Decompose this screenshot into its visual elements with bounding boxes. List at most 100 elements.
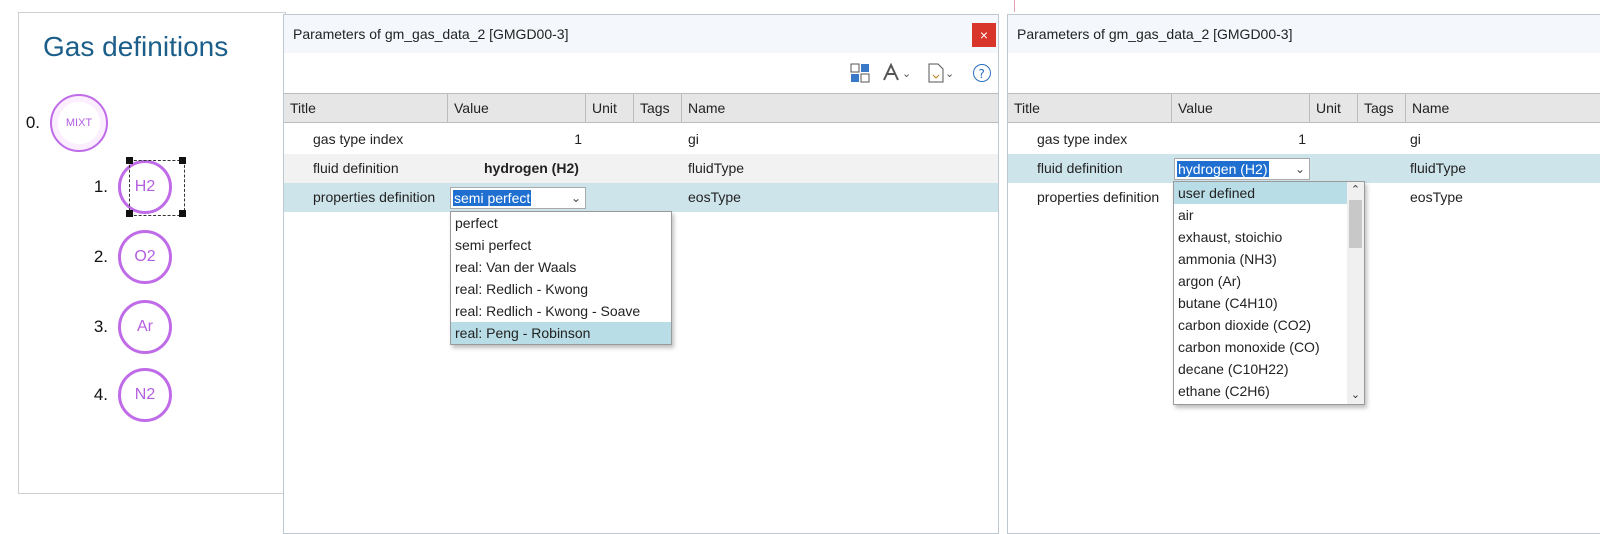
dropdown-option[interactable]: real: Peng - Robinson xyxy=(451,322,671,344)
column-header-title[interactable]: Title xyxy=(284,94,448,122)
column-header-title[interactable]: Title xyxy=(1008,94,1172,122)
export-icon xyxy=(928,63,944,83)
chevron-down-icon: ⌄ xyxy=(902,67,912,80)
properties-dropdown-list: perfect semi perfect real: Van der Waals… xyxy=(450,211,672,345)
row-title: properties definition xyxy=(313,189,436,205)
row-value[interactable]: hydrogen (H2) xyxy=(484,154,579,183)
close-icon: × xyxy=(979,27,989,43)
fluid-definition-select[interactable]: hydrogen (H2) ⌄ xyxy=(1174,158,1310,180)
chevron-up-icon[interactable]: ⌃ xyxy=(1347,182,1364,199)
dropdown-option[interactable]: real: Redlich - Kwong xyxy=(451,278,671,300)
row-name: gi xyxy=(688,131,699,147)
layout-button[interactable] xyxy=(850,62,872,84)
close-button[interactable]: × xyxy=(972,23,996,47)
dropdown-option[interactable]: real: Redlich - Kwong - Soave xyxy=(451,300,671,322)
parameters-dialog-right: Parameters of gm_gas_data_2 [GMGD00-3] T… xyxy=(1007,14,1600,534)
gas-item-number: 4. xyxy=(93,385,108,404)
column-header-tags[interactable]: Tags xyxy=(1358,94,1406,122)
gas-item-n2[interactable]: 4. N2 xyxy=(86,368,172,422)
column-header-value[interactable]: Value xyxy=(1172,94,1310,122)
dialog-title-bar[interactable]: Parameters of gm_gas_data_2 [GMGD00-3] × xyxy=(284,15,998,53)
table-row[interactable]: properties definition semi perfect ⌄ eos… xyxy=(284,183,998,212)
fluid-dropdown-list: user defined air exhaust, stoichio ammon… xyxy=(1173,181,1365,405)
gas-item-mixt[interactable]: 0. MIXT xyxy=(18,94,108,152)
dropdown-option[interactable]: user defined xyxy=(1174,182,1364,204)
dialog-title: Parameters of gm_gas_data_2 [GMGD00-3] xyxy=(293,26,569,42)
resize-handle[interactable] xyxy=(126,157,133,164)
gas-item-o2[interactable]: 2. O2 xyxy=(86,230,172,284)
gas-item-number: 0. xyxy=(25,113,40,132)
font-icon xyxy=(883,63,899,81)
column-header-value[interactable]: Value xyxy=(448,94,586,122)
grid-header: Title Value Unit Tags Name xyxy=(1008,93,1600,123)
gas-item-ar[interactable]: 3. Ar xyxy=(86,300,172,354)
column-header-tags[interactable]: Tags xyxy=(634,94,682,122)
ar-icon[interactable]: Ar xyxy=(118,300,172,354)
help-icon: ? xyxy=(973,64,991,82)
dropdown-option[interactable]: air xyxy=(1174,204,1364,226)
dropdown-option[interactable]: perfect xyxy=(451,212,671,234)
dropdown-option[interactable]: argon (Ar) xyxy=(1174,270,1364,292)
help-button[interactable]: ? xyxy=(972,62,992,84)
dropdown-option[interactable]: ammonia (NH3) xyxy=(1174,248,1364,270)
row-name: gi xyxy=(1410,131,1421,147)
resize-handle[interactable] xyxy=(126,210,133,217)
resize-handle[interactable] xyxy=(179,157,186,164)
row-value[interactable]: 1 xyxy=(448,125,582,154)
dropdown-option[interactable]: real: Van der Waals xyxy=(451,256,671,278)
select-value: semi perfect xyxy=(453,190,532,206)
row-title: gas type index xyxy=(313,131,404,147)
dialog-toolbar xyxy=(1008,53,1600,93)
column-header-name[interactable]: Name xyxy=(1406,94,1600,122)
parameters-dialog-left: Parameters of gm_gas_data_2 [GMGD00-3] ×… xyxy=(283,14,999,534)
dropdown-option[interactable]: semi perfect xyxy=(451,234,671,256)
row-name: fluidType xyxy=(1410,160,1467,176)
scrollbar-thumb[interactable] xyxy=(1349,200,1362,248)
font-button[interactable]: ⌄ xyxy=(882,62,911,84)
table-row[interactable]: fluid definition hydrogen (H2) ⌄ fluidTy… xyxy=(1008,154,1600,183)
n2-icon[interactable]: N2 xyxy=(118,368,172,422)
column-header-unit[interactable]: Unit xyxy=(586,94,634,122)
dropdown-scrollbar[interactable]: ⌃ ⌄ xyxy=(1347,182,1364,404)
dropdown-option[interactable]: carbon dioxide (CO2) xyxy=(1174,314,1364,336)
dropdown-option[interactable]: exhaust, stoichio xyxy=(1174,226,1364,248)
selection-frame xyxy=(129,160,185,216)
properties-definition-select[interactable]: semi perfect ⌄ xyxy=(450,187,586,209)
dropdown-option[interactable]: ethane (C2H6) xyxy=(1174,380,1364,402)
divider-line xyxy=(1014,0,1015,12)
grid-header: Title Value Unit Tags Name xyxy=(284,93,998,123)
resize-handle[interactable] xyxy=(179,210,186,217)
dropdown-option[interactable]: carbon monoxide (CO) xyxy=(1174,336,1364,358)
dialog-title-bar[interactable]: Parameters of gm_gas_data_2 [GMGD00-3] xyxy=(1008,15,1600,53)
table-row[interactable]: gas type index 1 gi xyxy=(284,125,998,154)
dropdown-option[interactable]: butane (C4H10) xyxy=(1174,292,1364,314)
layout-icon xyxy=(850,63,870,83)
chevron-down-icon[interactable]: ⌄ xyxy=(571,188,581,208)
row-title: fluid definition xyxy=(313,160,399,176)
row-title: properties definition xyxy=(1037,189,1160,205)
column-header-unit[interactable]: Unit xyxy=(1310,94,1358,122)
table-row[interactable]: gas type index 1 gi xyxy=(1008,125,1600,154)
row-name: eosType xyxy=(688,189,741,205)
svg-text:?: ? xyxy=(979,67,985,81)
gas-item-number: 1. xyxy=(93,177,108,196)
dropdown-option[interactable]: decane (C10H22) xyxy=(1174,358,1364,380)
gas-item-number: 2. xyxy=(93,247,108,266)
table-row[interactable]: fluid definition hydrogen (H2) fluidType xyxy=(284,154,998,183)
chevron-down-icon[interactable]: ⌄ xyxy=(1347,387,1364,404)
chevron-down-icon[interactable]: ⌄ xyxy=(1295,159,1305,179)
o2-icon[interactable]: O2 xyxy=(118,230,172,284)
row-name: fluidType xyxy=(688,160,745,176)
export-button[interactable]: ⌄ xyxy=(927,62,954,84)
row-value[interactable]: 1 xyxy=(1172,125,1306,154)
dialog-title: Parameters of gm_gas_data_2 [GMGD00-3] xyxy=(1017,26,1293,42)
mixt-icon[interactable]: MIXT xyxy=(50,94,108,152)
row-name: eosType xyxy=(1410,189,1463,205)
gas-item-number: 3. xyxy=(93,317,108,336)
gas-definitions-title: Gas definitions xyxy=(43,31,229,62)
row-title: gas type index xyxy=(1037,131,1128,147)
row-title: fluid definition xyxy=(1037,160,1123,176)
select-value: hydrogen (H2) xyxy=(1177,161,1269,177)
column-header-name[interactable]: Name xyxy=(682,94,998,122)
dialog-toolbar: ⌄ ⌄ ? xyxy=(284,53,998,93)
